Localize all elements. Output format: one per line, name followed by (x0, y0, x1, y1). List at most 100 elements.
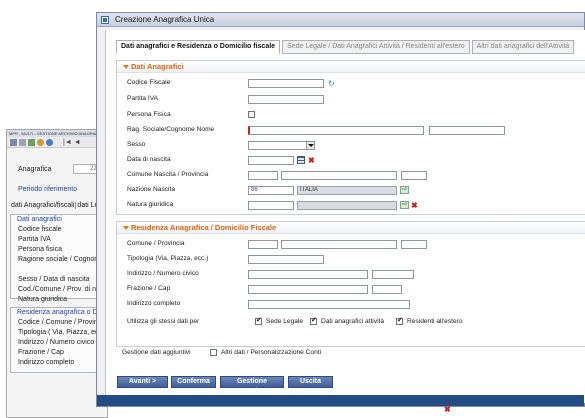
bg-item: Cod./Comune / Prov. di n (18, 286, 97, 293)
group-title: Dati Anagrafici (131, 62, 184, 71)
provincia-field[interactable] (401, 240, 427, 249)
group-header[interactable]: Residenza Anagrafica / Domicilio Fiscale (117, 222, 585, 234)
sesso-select[interactable] (248, 141, 315, 150)
frazione-label: Frazione / Cap (127, 285, 171, 292)
bg-section-title: Residenza anagrafica o D (17, 309, 98, 316)
nazione-nome-field: ITALIA (297, 186, 397, 195)
gestione-completa-button[interactable]: Gestione completa (220, 376, 284, 395)
tab-dati-anagrafici[interactable]: Dati anagrafici e Residenza o Domicilio … (116, 40, 281, 54)
indirizzo-completo-field[interactable] (248, 300, 410, 309)
lock-icon[interactable] (37, 138, 44, 146)
tab-altri-dati[interactable]: Altri dati anagrafici dell'Attività (471, 40, 575, 54)
nazione-codice-field[interactable]: 86 (248, 186, 294, 195)
comune-code-field[interactable] (248, 240, 278, 249)
bg-item: Sesso / Data di nascita (18, 276, 90, 283)
bg-item: Ragione sociale / Cognome (18, 256, 104, 263)
first-record-icon[interactable]: |◄ ◄ (63, 139, 81, 146)
lookup-icon[interactable]: ⇨ (400, 201, 409, 209)
help-icon[interactable] (46, 138, 53, 146)
sede-legale-label: Sede Legale (266, 318, 304, 325)
codice-fiscale-field[interactable] (248, 79, 324, 88)
bg-section-residenza: Residenza anagrafica o D Codice / Comune… (10, 307, 107, 373)
dati-attivita-checkbox[interactable] (310, 316, 317, 325)
altri-dati-checkbox[interactable] (210, 349, 217, 356)
close-icon[interactable]: ✖ (444, 406, 451, 414)
tipologia-field[interactable] (248, 255, 324, 264)
save-icon[interactable] (10, 138, 17, 146)
calendar-icon[interactable] (297, 156, 305, 164)
comune-label: Comune / Provincia (127, 240, 185, 247)
dati-attivita-label: Dati anagrafici attività (321, 318, 385, 325)
utilizza-label: Utilizza gli stessi dati per (127, 318, 200, 325)
indirizzo-label: Indirizzo / Numero civico (127, 270, 199, 277)
lookup-icon[interactable]: ⇨ (400, 186, 409, 194)
dropdown-arrow-icon[interactable] (306, 142, 314, 149)
provincia-nascita-field[interactable] (401, 171, 427, 180)
data-nascita-field[interactable] (248, 156, 294, 165)
comune-field[interactable] (281, 240, 397, 249)
indirizzo-completo-label: Indirizzo completo (127, 300, 181, 307)
nome-field[interactable] (429, 126, 505, 135)
window-icon (101, 16, 109, 24)
residenti-estero-label: Residenti all'estero (407, 318, 463, 325)
natura-giuridica-field (297, 201, 397, 210)
frazione-field[interactable] (248, 285, 368, 294)
tab-bar: Dati anagrafici e Residenza o Domicilio … (116, 40, 576, 54)
comune-nascita-field[interactable] (281, 171, 397, 180)
bg-item: Natura giuridica (18, 296, 68, 303)
partita-iva-label: Partita IVA (127, 95, 159, 102)
conferma-button[interactable]: Conferma (171, 376, 216, 388)
rag-sociale-field[interactable] (248, 126, 424, 135)
bg-section-title: Dati anagrafici (17, 216, 62, 223)
delete-icon[interactable]: ✖ (308, 156, 315, 165)
group-residenza: Residenza Anagrafica / Domicilio Fiscale… (116, 221, 585, 347)
gestione-dati-label: Gestione dati aggiuntivi (122, 349, 191, 356)
background-window-title: MPR - MULTI - GESTIONE ARCHIVIO ANAGRAFI… (7, 130, 107, 137)
bg-anagrafica-label: Anagrafica (18, 166, 52, 173)
bg-item: Indirizzo completo (18, 359, 75, 366)
avanti-button[interactable]: Avanti > (117, 376, 168, 388)
print-icon[interactable] (19, 138, 26, 146)
group-header[interactable]: Dati Anagrafici (117, 61, 585, 73)
numero-civico-field[interactable] (372, 270, 414, 279)
tree-icon[interactable] (28, 138, 35, 146)
delete-icon[interactable]: ✖ (411, 201, 418, 210)
sesso-label: Sesso (127, 141, 146, 148)
tab-sede-legale[interactable]: Sede Legale / Dati Anagrafici Attività /… (282, 40, 470, 54)
bg-tab-dati-anagrafici[interactable]: dati Anagrafici/fiscali (10, 202, 77, 209)
bg-item: Codice fiscale (18, 226, 62, 233)
creazione-anagrafica-dialog: Creazione Anagrafica Unica Dati anagrafi… (96, 12, 585, 407)
bg-item: Frazione / Cap (18, 349, 64, 356)
bg-item: Tipologia ( Via, Piazza, ecc (18, 329, 103, 336)
dialog-title: Creazione Anagrafica Unica (115, 15, 215, 24)
collapse-arrow-icon[interactable] (123, 226, 129, 230)
cap-field[interactable] (372, 285, 402, 294)
collapse-arrow-icon[interactable] (123, 65, 129, 69)
data-nascita-label: Data di nascita (127, 156, 171, 163)
comune-nascita-code-field[interactable] (248, 171, 278, 180)
codice-fiscale-label: Codice Fiscale (127, 79, 171, 86)
persona-fisica-label: Persona Fisica (127, 111, 171, 118)
rag-sociale-label: Rag. Sociale/Cognome Nome (127, 126, 215, 133)
group-dati-anagrafici: Dati Anagrafici Codice Fiscale ↻ Partita… (116, 60, 585, 215)
sede-legale-checkbox[interactable] (255, 316, 262, 325)
bg-item: Indirizzo / Numero civico (18, 339, 95, 346)
background-toolbar: |◄ ◄ (7, 137, 107, 148)
group-title: Residenza Anagrafica / Domicilio Fiscale (131, 223, 277, 232)
refresh-icon[interactable]: ↻ (328, 79, 335, 88)
natura-giuridica-code-field[interactable] (248, 201, 294, 210)
bg-item: Persona fisica (18, 246, 62, 253)
dialog-titlebar[interactable]: Creazione Anagrafica Unica (97, 13, 584, 27)
dialog-body: Dati anagrafici e Residenza o Domicilio … (105, 30, 585, 403)
nazione-nascita-label: Nazione Nascita (127, 186, 176, 193)
bg-item: Partita IVA (18, 236, 51, 243)
tipologia-label: Tipologia (Via, Piazza, ecc.) (127, 255, 209, 262)
uscita-button[interactable]: Uscita (288, 376, 333, 388)
persona-fisica-checkbox[interactable] (248, 111, 255, 118)
comune-nascita-label: Comune Nascita / Provincia (127, 171, 209, 178)
indirizzo-field[interactable] (248, 270, 368, 279)
altri-dati-label: Altri dati / Personalizzazione Conti (221, 349, 322, 356)
bg-periodo-link[interactable]: Periodo riferimento (18, 186, 77, 193)
partita-iva-field[interactable] (248, 95, 324, 104)
residenti-estero-checkbox[interactable] (396, 316, 403, 325)
